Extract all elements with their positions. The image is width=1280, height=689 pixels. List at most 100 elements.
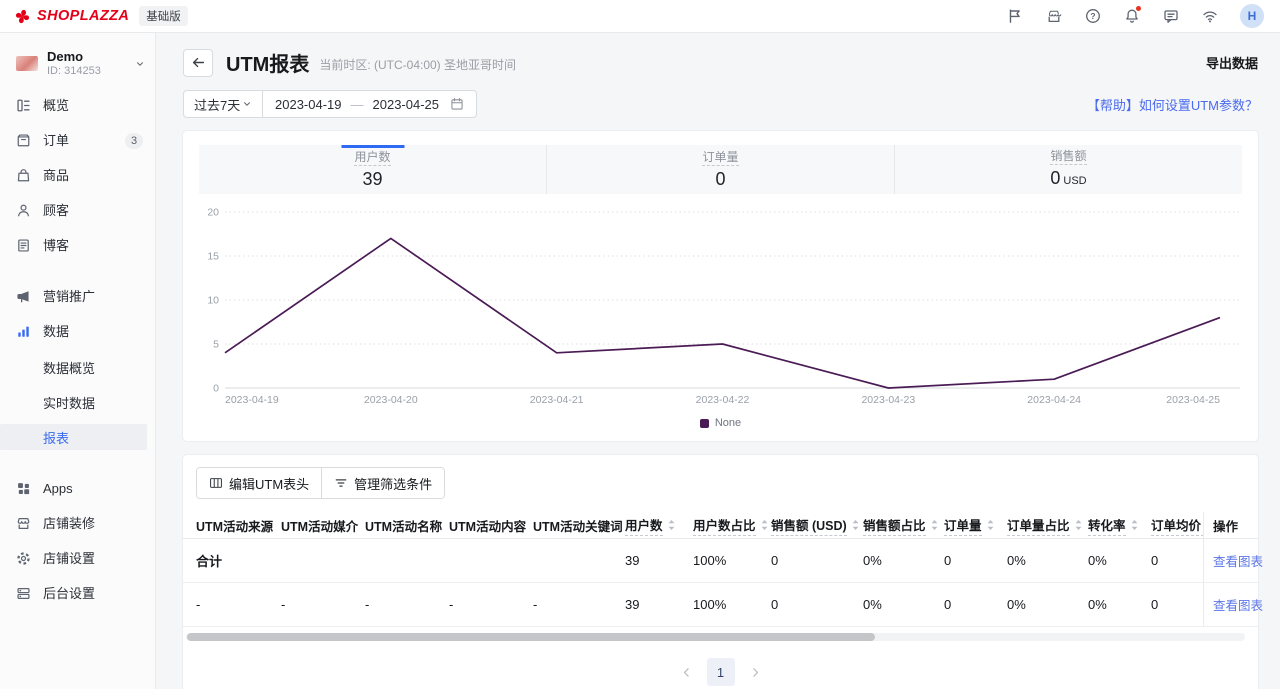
sidebar-item-analytics[interactable]: 数据: [0, 319, 155, 344]
horizontal-scrollbar[interactable]: [186, 633, 1245, 641]
utm-help-link[interactable]: 【帮助】如何设置UTM参数？: [1087, 95, 1258, 114]
svg-text:?: ?: [1090, 11, 1095, 21]
column-header-6[interactable]: 用户数占比: [693, 515, 771, 536]
button-label: 管理筛选条件: [354, 474, 432, 493]
storefront-icon[interactable]: [1045, 7, 1063, 25]
sidebar-item-orders[interactable]: 订单3: [0, 128, 155, 153]
filter-icon: [334, 476, 348, 490]
column-header-5[interactable]: 用户数: [625, 515, 693, 536]
sidebar-item-customers[interactable]: 顾客: [0, 198, 155, 223]
sidebar-item-label: 博客: [43, 238, 69, 254]
columns-icon: [209, 476, 223, 490]
sidebar-item-store-design[interactable]: 店铺装修: [0, 511, 155, 536]
metric-tab-2[interactable]: 销售额0USD: [894, 145, 1242, 194]
sort-icon[interactable]: [1074, 519, 1083, 531]
sort-icon[interactable]: [851, 519, 860, 531]
column-header-0: UTM活动来源: [196, 516, 281, 535]
view-chart-link[interactable]: 查看图表: [1213, 595, 1263, 614]
metric-label: 订单量: [702, 150, 738, 166]
sort-icon[interactable]: [1130, 519, 1139, 531]
column-header-11[interactable]: 转化率: [1088, 515, 1151, 536]
user-avatar[interactable]: H: [1240, 4, 1264, 28]
column-header-2: UTM活动名称: [365, 516, 449, 535]
metric-value: 0: [715, 169, 725, 189]
svg-text:2023-04-19: 2023-04-19: [225, 394, 279, 406]
back-button[interactable]: [183, 49, 213, 77]
table-cell: 0: [1151, 597, 1203, 612]
range-preset-select[interactable]: 过去7天: [184, 91, 263, 117]
metric-suffix: USD: [1063, 175, 1086, 187]
svg-text:2023-04-20: 2023-04-20: [364, 394, 418, 406]
sidebar-item-products[interactable]: 商品: [0, 163, 155, 188]
sidebar-item-label: 后台设置: [43, 586, 95, 602]
dashboard-icon: [16, 98, 32, 114]
legend-marker: [700, 419, 709, 428]
sidebar-item-label: 营销推广: [43, 289, 95, 305]
active-tab-indicator: [341, 145, 404, 148]
utm-table-card: 编辑UTM表头管理筛选条件 UTM活动来源UTM活动媒介UTM活动名称UTM活动…: [183, 455, 1258, 689]
sort-icon[interactable]: [930, 519, 939, 531]
sidebar-item-label: Apps: [43, 481, 73, 497]
table-cell: 0%: [1088, 553, 1151, 568]
export-data-button[interactable]: 导出数据: [1206, 53, 1258, 72]
sidebar-item-label: 概览: [43, 98, 69, 114]
column-label: UTM活动来源: [196, 516, 273, 535]
store-selector[interactable]: Demo ID: 314253: [0, 43, 155, 90]
svg-text:2023-04-25: 2023-04-25: [1166, 394, 1220, 406]
scrollbar-thumb[interactable]: [187, 633, 875, 641]
sidebar-subitem-reports[interactable]: 报表: [0, 424, 147, 450]
sort-icon[interactable]: [667, 519, 676, 531]
svg-text:15: 15: [207, 251, 219, 263]
chat-icon[interactable]: [1162, 7, 1180, 25]
wifi-icon[interactable]: [1201, 7, 1219, 25]
prev-page-button[interactable]: [680, 666, 693, 679]
sidebar-item-marketing[interactable]: 营销推广: [0, 284, 155, 309]
table-body: 合计39100%00%00%0%0查看图表-----39100%00%00%0%…: [183, 539, 1258, 627]
sidebar-subitem-realtime-data[interactable]: 实时数据: [0, 389, 155, 415]
sort-icon[interactable]: [986, 519, 995, 531]
sidebar-item-label: 数据: [43, 324, 69, 340]
column-header-7[interactable]: 销售额 (USD): [771, 515, 863, 536]
column-header-actions: 操作: [1203, 512, 1266, 538]
column-header-9[interactable]: 订单量: [944, 515, 1007, 536]
shoplazza-logo[interactable]: SHOPLAZZA: [14, 8, 129, 25]
column-label: UTM活动内容: [449, 516, 526, 535]
edit-utm-headers-button[interactable]: 编辑UTM表头: [197, 468, 321, 498]
customers-icon: [16, 203, 32, 219]
sidebar-item-store-settings[interactable]: 店铺设置: [0, 546, 155, 571]
table-cell: 0%: [863, 597, 944, 612]
column-header-8[interactable]: 销售额占比: [863, 515, 944, 536]
gear-icon: [16, 551, 32, 567]
sidebar-item-overview[interactable]: 概览: [0, 93, 155, 118]
date-range-input[interactable]: 2023-04-19 — 2023-04-25: [263, 91, 476, 117]
sidebar-item-apps[interactable]: Apps: [0, 476, 155, 501]
sidebar-item-admin-settings[interactable]: 后台设置: [0, 581, 155, 606]
bell-icon[interactable]: [1123, 7, 1141, 25]
metric-tab-0[interactable]: 用户数39: [199, 145, 546, 194]
table-cell: 0: [771, 553, 863, 568]
table-cell: 0: [944, 553, 1007, 568]
metric-value: 0USD: [1050, 168, 1086, 191]
page-number[interactable]: 1: [707, 658, 735, 686]
column-header-12[interactable]: 订单均价 (USD): [1151, 515, 1203, 536]
metric-tab-1[interactable]: 订单量 0: [546, 145, 894, 194]
sidebar-item-label: 订单: [43, 133, 69, 149]
sidebar-subitem-data-overview[interactable]: 数据概览: [0, 354, 155, 380]
flag-icon[interactable]: [1006, 7, 1024, 25]
view-chart-link[interactable]: 查看图表: [1213, 551, 1263, 570]
apps-icon: [16, 481, 32, 497]
column-label: 订单量: [944, 515, 982, 536]
next-page-button[interactable]: [749, 666, 762, 679]
svg-text:2023-04-22: 2023-04-22: [696, 394, 750, 406]
column-header-10[interactable]: 订单量占比: [1007, 515, 1088, 536]
notification-dot: [1136, 6, 1141, 11]
calendar-icon: [450, 97, 464, 111]
help-icon[interactable]: ?: [1084, 7, 1102, 25]
sort-icon[interactable]: [760, 519, 769, 531]
store-design-icon: [16, 516, 32, 532]
sidebar-item-blog[interactable]: 博客: [0, 233, 155, 258]
svg-text:5: 5: [213, 339, 219, 351]
table-cell: -: [196, 597, 281, 612]
manage-filters-button[interactable]: 管理筛选条件: [321, 468, 444, 498]
svg-text:0: 0: [213, 383, 219, 395]
